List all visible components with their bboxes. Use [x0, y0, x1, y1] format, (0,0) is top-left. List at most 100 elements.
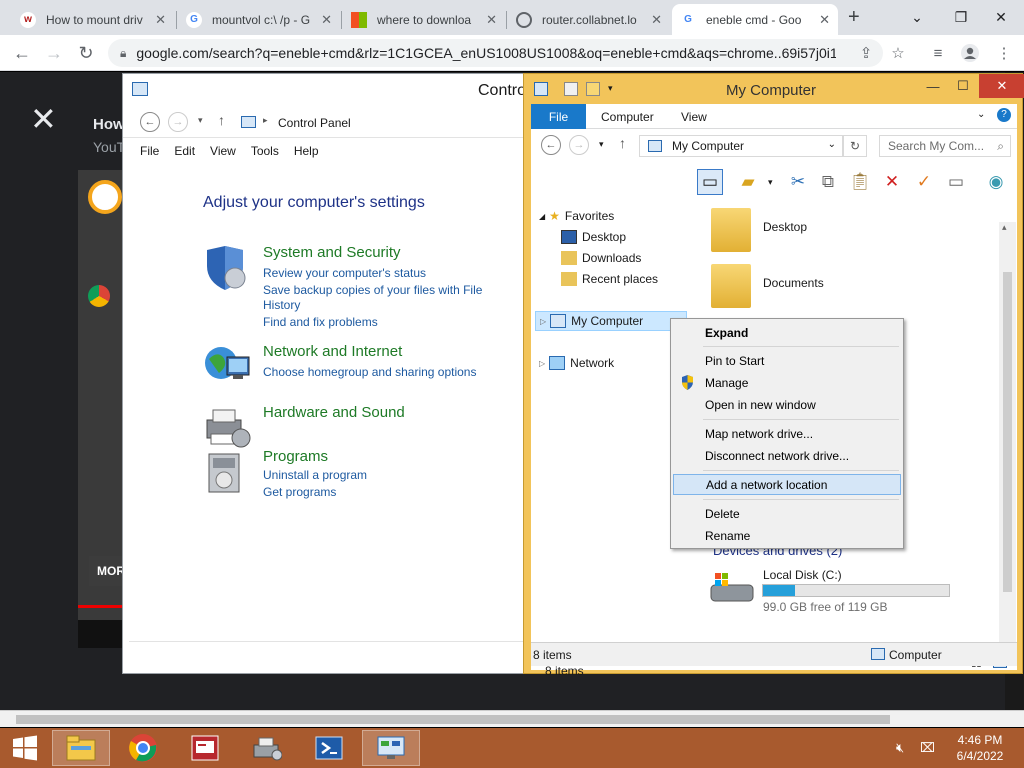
- menu-item-expand[interactable]: Expand: [673, 322, 901, 343]
- menu-item-disconnect-network-drive[interactable]: Disconnect network drive...: [673, 445, 901, 466]
- close-tab-icon[interactable]: ✕: [819, 12, 830, 28]
- menu-item-delete[interactable]: Delete: [673, 503, 901, 524]
- desktop-folder-icon[interactable]: [711, 208, 751, 252]
- nav-downloads[interactable]: Downloads: [561, 251, 641, 265]
- menu-tools[interactable]: Tools: [251, 144, 279, 158]
- profile-avatar-icon[interactable]: [956, 39, 984, 67]
- nav-network[interactable]: ▷ Network: [539, 356, 614, 370]
- chevron-down-icon[interactable]: ⌄: [977, 109, 985, 120]
- breadcrumb[interactable]: Control Panel: [278, 116, 351, 130]
- browser-tab-3[interactable]: where to downloa ✕: [343, 4, 505, 35]
- category-title[interactable]: Programs: [263, 448, 328, 465]
- taskbar-printer-app[interactable]: [238, 730, 296, 766]
- menu-item-map-network-drive[interactable]: Map network drive...: [673, 423, 901, 444]
- menu-item-rename[interactable]: Rename: [673, 525, 901, 546]
- scrollbar-thumb[interactable]: [1003, 272, 1012, 592]
- chevron-down-icon[interactable]: ▾: [198, 115, 203, 126]
- address-bar[interactable]: 🔒︎ google.com/search?q=eneble+cmd&rlz=1C…: [108, 39, 883, 67]
- menu-edit[interactable]: Edit: [174, 144, 195, 158]
- horizontal-scrollbar[interactable]: [0, 710, 1024, 727]
- browser-tab-2[interactable]: G mountvol c:\ /p - G ✕: [178, 4, 340, 35]
- globe-icon[interactable]: ◉: [983, 169, 1009, 195]
- video-title[interactable]: How: [93, 116, 125, 133]
- reading-list-icon[interactable]: ≡: [924, 39, 952, 67]
- close-tab-icon[interactable]: ✕: [486, 12, 497, 28]
- properties-icon[interactable]: [564, 82, 578, 96]
- category-link[interactable]: Choose homegroup and sharing options: [263, 365, 476, 379]
- taskbar-chrome[interactable]: [114, 730, 172, 766]
- rename-icon[interactable]: ▭: [943, 169, 969, 195]
- scroll-up-icon[interactable]: ▴: [1002, 222, 1007, 233]
- share-icon[interactable]: ⇪: [852, 39, 880, 67]
- category-title[interactable]: Hardware and Sound: [263, 404, 405, 421]
- browser-tab-5-active[interactable]: G eneble cmd - Goo ✕: [672, 4, 838, 35]
- menu-kebab-icon[interactable]: ⋮: [990, 39, 1018, 67]
- volume-muted-icon[interactable]: 🔇︎: [896, 740, 904, 756]
- chevron-down-icon[interactable]: ▾: [768, 177, 773, 188]
- close-tab-icon[interactable]: ✕: [321, 12, 332, 28]
- browser-tab-4[interactable]: router.collabnet.lo ✕: [508, 4, 670, 35]
- vertical-scrollbar[interactable]: ▴ ▾: [999, 222, 1016, 654]
- more-button[interactable]: MOR: [89, 556, 125, 586]
- menu-file[interactable]: File: [140, 144, 159, 158]
- nav-my-computer[interactable]: ▷ My Computer: [535, 311, 687, 331]
- documents-folder-icon[interactable]: [711, 264, 751, 308]
- nav-recent-places[interactable]: Recent places: [561, 272, 658, 286]
- close-icon[interactable]: ✕: [30, 100, 57, 138]
- nav-desktop[interactable]: Desktop: [561, 230, 626, 244]
- copy-icon[interactable]: ⧉: [815, 169, 841, 195]
- taskbar-powershell[interactable]: [300, 730, 358, 766]
- up-arrow-icon[interactable]: ↑: [218, 112, 225, 128]
- reload-button[interactable]: ↻: [72, 39, 100, 67]
- close-tab-icon[interactable]: ✕: [155, 12, 166, 28]
- folder-label[interactable]: Documents: [763, 276, 824, 290]
- category-link[interactable]: Find and fix problems: [263, 315, 378, 329]
- system-clock[interactable]: 4:46 PM 6/4/2022: [940, 732, 1020, 764]
- expand-arrow-icon[interactable]: ◢: [539, 212, 545, 221]
- category-title[interactable]: Network and Internet: [263, 343, 402, 360]
- taskbar-file-explorer[interactable]: [52, 730, 110, 766]
- close-tab-icon[interactable]: ✕: [651, 12, 662, 28]
- taskbar-media-app[interactable]: [176, 730, 234, 766]
- new-tab-button[interactable]: +: [848, 6, 860, 29]
- url-text[interactable]: google.com/search?q=eneble+cmd&rlz=1C1GC…: [136, 45, 836, 61]
- category-link[interactable]: History: [263, 298, 300, 312]
- folder-label[interactable]: Desktop: [763, 220, 807, 234]
- back-button[interactable]: ←: [140, 112, 160, 132]
- new-folder-icon[interactable]: [586, 82, 600, 96]
- menu-item-pin-to-start[interactable]: Pin to Start: [673, 350, 901, 371]
- control-panel-titlebar[interactable]: Contro: [123, 74, 526, 106]
- chevron-down-icon[interactable]: ⌄: [828, 139, 836, 150]
- my-computer-titlebar[interactable]: ▾ My Computer — ☐ ✕: [524, 74, 1024, 104]
- category-link[interactable]: Get programs: [263, 485, 336, 499]
- network-tray-icon[interactable]: ⌧: [920, 740, 935, 756]
- cut-icon[interactable]: ✂: [785, 169, 811, 195]
- video-progress-bar[interactable]: [78, 605, 124, 608]
- maximize-button[interactable]: ☐: [948, 74, 978, 98]
- browser-tab-1[interactable]: w How to mount driv ✕: [12, 4, 174, 35]
- taskbar-control-panel[interactable]: [362, 730, 420, 766]
- expand-arrow-icon[interactable]: ▷: [540, 317, 546, 326]
- minimize-button[interactable]: —: [918, 74, 948, 98]
- delete-icon[interactable]: ✕: [879, 169, 905, 195]
- chevron-down-icon[interactable]: ▾: [608, 83, 613, 94]
- paste-icon[interactable]: 📋︎: [847, 169, 873, 195]
- menu-item-manage[interactable]: Manage: [673, 372, 901, 393]
- category-link[interactable]: Save backup copies of your files with Fi…: [263, 283, 482, 297]
- search-input[interactable]: Search My Com... ⌕: [879, 135, 1011, 157]
- forward-button[interactable]: →: [168, 112, 188, 132]
- back-button[interactable]: ←: [8, 39, 36, 67]
- forward-button[interactable]: →: [40, 39, 68, 67]
- start-button[interactable]: [0, 730, 50, 766]
- window-close-button[interactable]: ✕: [978, 0, 1024, 35]
- help-icon[interactable]: ?: [997, 108, 1011, 122]
- category-link[interactable]: Uninstall a program: [263, 468, 367, 482]
- bookmark-star-icon[interactable]: ☆: [884, 39, 912, 67]
- drive-name[interactable]: Local Disk (C:): [763, 568, 842, 582]
- checkmark-icon[interactable]: ✓: [911, 169, 937, 195]
- refresh-button[interactable]: ↻: [843, 135, 867, 157]
- menu-view[interactable]: View: [210, 144, 236, 158]
- menu-help[interactable]: Help: [294, 144, 319, 158]
- category-link[interactable]: Review your computer's status: [263, 266, 426, 280]
- menu-item-open-new-window[interactable]: Open in new window: [673, 394, 901, 415]
